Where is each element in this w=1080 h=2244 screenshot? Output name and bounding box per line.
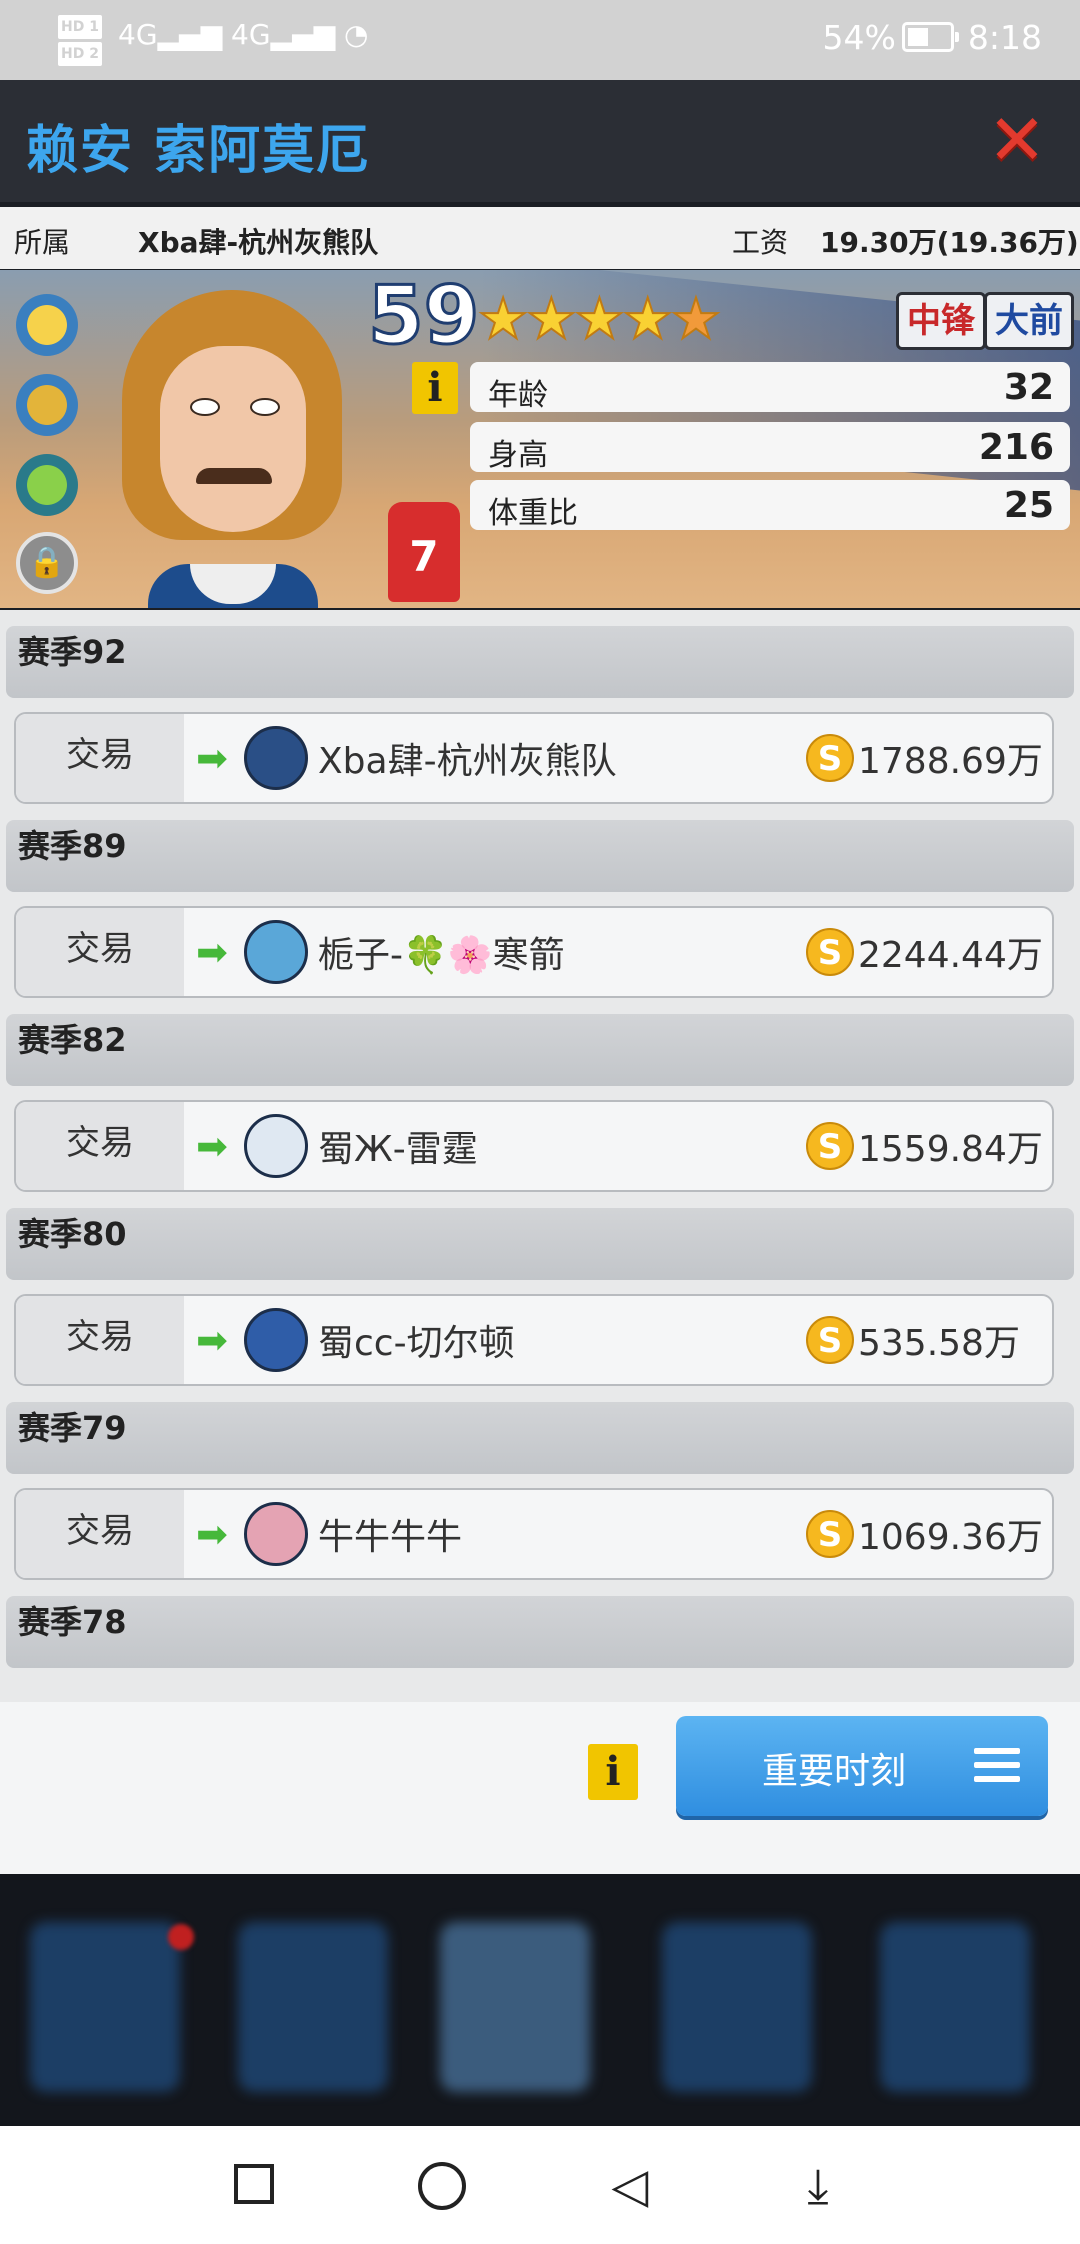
game-bottom-nav bbox=[0, 1874, 1080, 2126]
salary-value: 19.30万(19.36万) bbox=[820, 226, 1079, 259]
lock-icon[interactable]: 🔒 bbox=[16, 532, 78, 594]
team-logo-icon bbox=[244, 1308, 308, 1372]
player-avatar bbox=[112, 290, 352, 608]
season-header: 赛季79 bbox=[6, 1402, 1074, 1474]
team-logo-icon bbox=[244, 1502, 308, 1566]
network-type: 4G bbox=[118, 18, 158, 51]
star-rating: ★★★★★ bbox=[477, 287, 722, 352]
attribute-row: 体重比 25 bbox=[470, 480, 1070, 531]
signal-icon: 4G▂▄▆ 4G▂▄▆ ◔ bbox=[118, 18, 369, 51]
arrow-right-icon: ➡ bbox=[196, 1124, 228, 1168]
key-moments-label: 重要时刻 bbox=[762, 1751, 907, 1792]
coin-icon: S bbox=[806, 1122, 854, 1170]
transfer-type: 交易 bbox=[16, 1102, 184, 1190]
season-header: 赛季78 bbox=[6, 1596, 1074, 1668]
transfer-row[interactable]: 交易 ➡ 蜀cc-切尔顿 S 535.58万 bbox=[14, 1294, 1054, 1386]
notification-pull-icon[interactable]: ⤓ bbox=[792, 2160, 844, 2212]
coin-icon: S bbox=[806, 928, 854, 976]
back-triangle-icon[interactable]: ◁ bbox=[604, 2160, 656, 2212]
transfer-row[interactable]: 交易 ➡ 牛牛牛牛 S 1069.36万 bbox=[14, 1488, 1054, 1580]
transfer-type: 交易 bbox=[16, 1296, 184, 1384]
attribute-value: 25 bbox=[1003, 485, 1054, 526]
transfer-history-list[interactable]: 赛季92 交易 ➡ Xba肆-杭州灰熊队 S 1788.69万 赛季89 交易 … bbox=[0, 610, 1080, 1702]
system-nav-bar: ◁ ⤓ bbox=[0, 2126, 1080, 2244]
coin-icon: S bbox=[806, 1316, 854, 1364]
battery-percent: 54% bbox=[822, 18, 896, 57]
attribute-key: 年龄 bbox=[488, 378, 548, 413]
arrow-right-icon: ➡ bbox=[196, 1318, 228, 1362]
transfer-type: 交易 bbox=[16, 908, 184, 996]
transfer-amount: 1788.69万 bbox=[858, 741, 1043, 782]
team-name: Xba肆-杭州灰熊队 bbox=[318, 741, 617, 782]
player-card: 🔒 7 59 ★★★★★ 中锋 大前 i 年龄 32 身高 216 体重比 25 bbox=[0, 270, 1080, 608]
affiliation-row: 所属 Xba肆-杭州灰熊队 工资 19.30万(19.36万) bbox=[0, 207, 1080, 269]
team-name: 蜀cc-切尔顿 bbox=[318, 1323, 515, 1364]
attribute-key: 身高 bbox=[488, 438, 548, 473]
team-name: 栀子-🍀🌸寒箭 bbox=[318, 935, 565, 976]
battery-icon bbox=[901, 22, 959, 52]
arrow-right-icon: ➡ bbox=[196, 736, 228, 780]
nav-team-icon[interactable] bbox=[440, 1922, 590, 2092]
team-name: 蜀Ж-雷霆 bbox=[318, 1129, 478, 1170]
arrow-right-icon: ➡ bbox=[196, 1512, 228, 1556]
title-bar: 赖安 索阿莫厄 ✕ bbox=[0, 80, 1080, 202]
skill-badge-icon[interactable] bbox=[16, 294, 78, 356]
transfer-amount: 2244.44万 bbox=[858, 935, 1043, 976]
attribute-row: 身高 216 bbox=[470, 422, 1070, 473]
nav-up-icon[interactable] bbox=[880, 1922, 1030, 2092]
status-right: 54% 8:18 bbox=[823, 18, 1042, 57]
recents-square-icon[interactable] bbox=[230, 2160, 282, 2212]
transfer-type: 交易 bbox=[16, 1490, 184, 1578]
season-header: 赛季82 bbox=[6, 1014, 1074, 1086]
menu-icon bbox=[974, 1748, 1020, 1784]
nav-star-icon[interactable] bbox=[30, 1922, 180, 2092]
season-header: 赛季80 bbox=[6, 1208, 1074, 1280]
affiliation-team[interactable]: Xba肆-杭州灰熊队 bbox=[138, 221, 378, 261]
status-bar: HD 1 HD 2 4G▂▄▆ 4G▂▄▆ ◔ 54% 8:18 bbox=[0, 0, 1080, 80]
arrow-right-icon: ➡ bbox=[196, 930, 228, 974]
dialog-footer: i 重要时刻 bbox=[0, 1702, 1080, 1874]
salary-label: 工资 bbox=[732, 226, 789, 259]
transfer-row[interactable]: 交易 ➡ Xba肆-杭州灰熊队 S 1788.69万 bbox=[14, 712, 1054, 804]
team-logo-icon bbox=[244, 920, 308, 984]
transfer-amount: 535.58万 bbox=[858, 1323, 1020, 1364]
position-badge: 大前 bbox=[984, 292, 1074, 350]
coin-icon: S bbox=[806, 734, 854, 782]
team-name: 牛牛牛牛 bbox=[318, 1517, 463, 1558]
clock: 8:18 bbox=[967, 18, 1042, 57]
info-icon[interactable]: i bbox=[588, 1744, 638, 1800]
position-badge: 中锋 bbox=[896, 292, 986, 350]
key-moments-button[interactable]: 重要时刻 bbox=[676, 1716, 1048, 1816]
player-rating: 59 bbox=[366, 270, 480, 362]
season-header: 赛季92 bbox=[6, 626, 1074, 698]
attribute-row: 年龄 32 bbox=[470, 362, 1070, 413]
player-name: 赖安 索阿莫厄 bbox=[26, 121, 371, 181]
jersey-number-icon: 7 bbox=[388, 502, 460, 602]
coin-icon: S bbox=[806, 1510, 854, 1558]
sim1-badge: HD 1 bbox=[58, 15, 102, 39]
attribute-value: 216 bbox=[978, 427, 1054, 468]
transfer-row[interactable]: 交易 ➡ 栀子-🍀🌸寒箭 S 2244.44万 bbox=[14, 906, 1054, 998]
attribute-key: 体重比 bbox=[488, 496, 578, 531]
close-icon[interactable]: ✕ bbox=[986, 105, 1048, 175]
network-type-2: 4G bbox=[231, 18, 271, 51]
notification-dot bbox=[168, 1924, 194, 1950]
affiliation-label: 所属 bbox=[14, 226, 71, 259]
transfer-amount: 1559.84万 bbox=[858, 1129, 1043, 1170]
transfer-amount: 1069.36万 bbox=[858, 1517, 1043, 1558]
transfer-row[interactable]: 交易 ➡ 蜀Ж-雷霆 S 1559.84万 bbox=[14, 1100, 1054, 1192]
home-circle-icon[interactable] bbox=[416, 2160, 468, 2212]
sim-indicators: HD 1 HD 2 bbox=[58, 12, 104, 66]
attribute-value: 32 bbox=[1003, 367, 1054, 408]
skill-badge-icon[interactable] bbox=[16, 454, 78, 516]
sim2-badge: HD 2 bbox=[58, 42, 102, 66]
nav-finance-icon[interactable] bbox=[238, 1922, 388, 2092]
nav-chat-icon[interactable] bbox=[662, 1922, 812, 2092]
team-logo-icon bbox=[244, 726, 308, 790]
transfer-type: 交易 bbox=[16, 714, 184, 802]
skill-badge-icon[interactable] bbox=[16, 374, 78, 436]
info-icon[interactable]: i bbox=[412, 362, 458, 414]
team-logo-icon bbox=[244, 1114, 308, 1178]
season-header: 赛季89 bbox=[6, 820, 1074, 892]
